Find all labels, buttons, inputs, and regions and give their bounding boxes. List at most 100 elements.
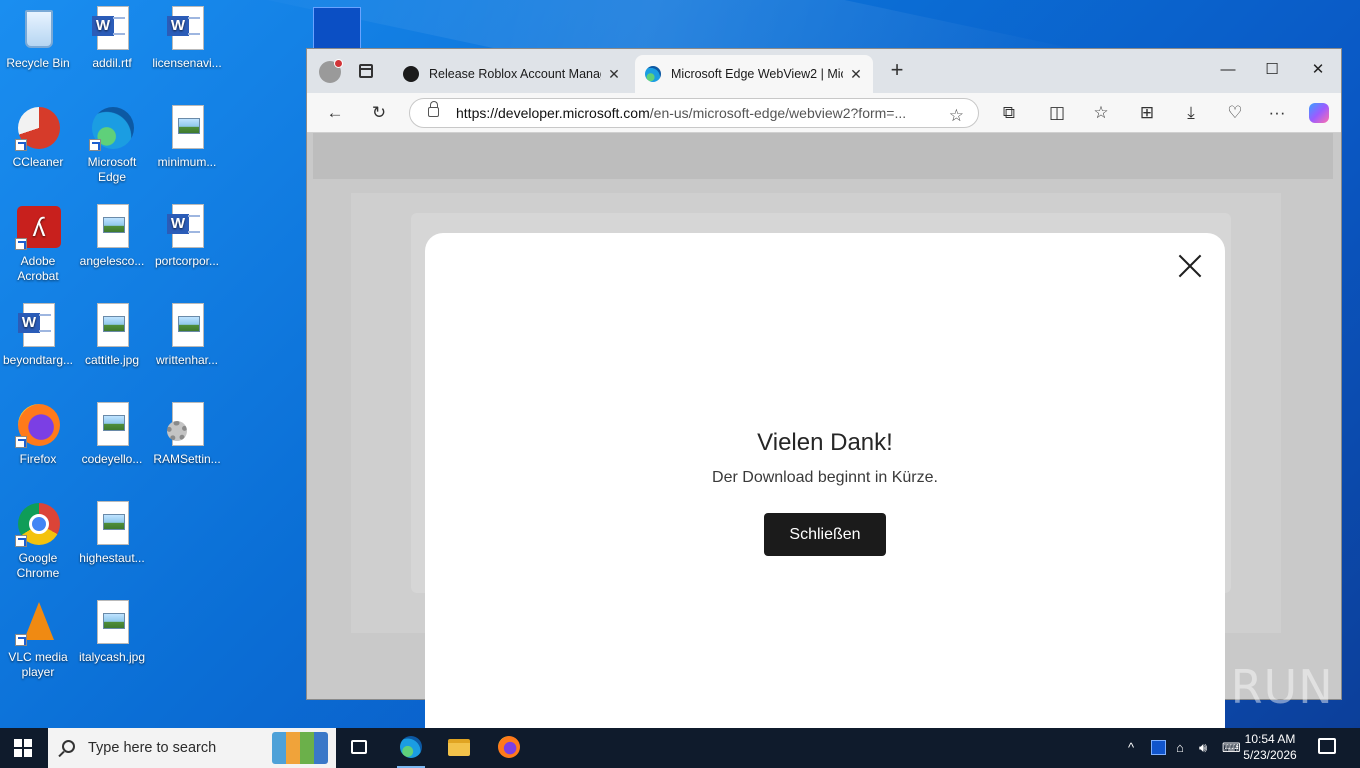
extensions-icon[interactable]: ⧉	[997, 102, 1021, 124]
desktop-icon-ccleaner[interactable]: CCleaner	[0, 105, 76, 170]
word-document-icon: W	[167, 6, 204, 50]
desktop-icon-vlc[interactable]: VLC media player	[0, 600, 76, 680]
refresh-button[interactable]: ↻	[367, 102, 391, 124]
word-document-icon: W	[18, 303, 55, 347]
new-tab-button[interactable]: +	[885, 59, 909, 83]
image-file-icon	[97, 501, 129, 545]
taskbar-edge-icon[interactable]	[389, 728, 433, 768]
close-icon[interactable]	[1175, 251, 1205, 281]
desktop-icon-recycle-bin[interactable]: Recycle Bin	[0, 6, 76, 71]
close-dialog-button[interactable]: Schließen	[764, 513, 886, 556]
close-window-button[interactable]: ✕	[1303, 59, 1333, 81]
maximize-button[interactable]: ☐	[1257, 59, 1287, 81]
shortcut-arrow-icon	[15, 436, 27, 448]
performance-icon[interactable]: ♡	[1223, 102, 1247, 124]
desktop-icon-label: Microsoft Edge	[87, 155, 137, 184]
taskbar: Type here to search ^ ⌂ 🔊︎ ⌨︎ 10:54 AM 5…	[0, 728, 1360, 768]
recycle-bin-icon	[25, 10, 53, 48]
shortcut-arrow-icon	[15, 535, 27, 547]
shortcut-arrow-icon	[15, 139, 27, 151]
desktop-icon-beyondtarg[interactable]: W beyondtarg...	[0, 303, 76, 368]
back-button[interactable]: ←	[323, 102, 347, 124]
taskbar-search[interactable]: Type here to search	[48, 728, 336, 768]
image-file-icon	[97, 402, 129, 446]
tab-roblox-account-manager[interactable]: Release Roblox Account Manager ✕	[393, 55, 631, 93]
windows-start-icon[interactable]	[14, 739, 32, 757]
task-view-icon[interactable]	[338, 728, 382, 768]
anyrun-watermark: ANY RUN	[1118, 660, 1334, 714]
tab-actions-icon[interactable]	[359, 64, 373, 78]
tab-webview2[interactable]: Microsoft Edge WebView2 | Microsoft ✕	[635, 55, 873, 93]
favorite-star-icon[interactable]: ☆	[949, 102, 964, 127]
desktop-icon-label: Firefox	[19, 452, 57, 466]
profile-avatar-icon[interactable]	[319, 59, 343, 83]
search-highlight-icon	[272, 732, 328, 764]
tab-title: Release Roblox Account Manager	[429, 67, 601, 81]
desktop-icon-label: Adobe Acrobat	[17, 254, 59, 283]
notifications-icon[interactable]	[1318, 738, 1336, 754]
taskbar-clock[interactable]: 10:54 AM 5/23/2026	[1238, 731, 1302, 763]
edge-icon	[645, 66, 661, 82]
search-placeholder: Type here to search	[88, 740, 217, 756]
desktop-icon-minimum[interactable]: minimum...	[149, 105, 225, 170]
desktop-icon-portcorpor[interactable]: W portcorpor...	[149, 204, 225, 269]
desktop-icon-google-chrome[interactable]: Google Chrome	[0, 501, 76, 581]
desktop-icon-writtenhar[interactable]: writtenhar...	[149, 303, 225, 368]
desktop-icon-label: writtenhar...	[155, 353, 219, 367]
address-bar[interactable]: https://developer.microsoft.com/en-us/mi…	[409, 98, 979, 128]
desktop-icon-microsoft-edge[interactable]: Microsoft Edge	[74, 105, 150, 185]
desktop-icon-codeyello[interactable]: codeyello...	[74, 402, 150, 467]
image-file-icon	[97, 600, 129, 644]
desktop-icon-firefox[interactable]: Firefox	[0, 402, 76, 467]
desktop-icon-label: minimum...	[157, 155, 217, 169]
volume-icon[interactable]: 🔊︎	[1199, 740, 1207, 756]
copilot-icon[interactable]	[1307, 102, 1331, 124]
word-document-icon: W	[167, 204, 204, 248]
shortcut-arrow-icon	[89, 139, 101, 151]
desktop-icon-label: addil.rtf	[92, 56, 132, 70]
shortcut-arrow-icon	[15, 238, 27, 250]
shortcut-arrow-icon	[15, 634, 27, 646]
image-file-icon	[172, 105, 204, 149]
desktop-icon-label: codeyello...	[81, 452, 143, 466]
tray-overflow-icon[interactable]: ^	[1128, 740, 1134, 755]
tab-close-icon[interactable]: ✕	[607, 66, 621, 83]
address-host: https://developer.microsoft.com	[456, 105, 650, 121]
file-explorer-icon[interactable]	[437, 728, 481, 768]
desktop-icon-italycash[interactable]: italycash.jpg	[74, 600, 150, 665]
desktop-icon-label: italycash.jpg	[78, 650, 146, 664]
desktop-icon-label: beyondtarg...	[2, 353, 74, 367]
tab-close-icon[interactable]: ✕	[849, 66, 863, 83]
clock-time: 10:54 AM	[1244, 732, 1296, 746]
desktop-icon-label: licensenavi...	[152, 56, 222, 70]
split-screen-icon[interactable]: ◫	[1045, 102, 1069, 124]
desktop-icon-adobe-acrobat[interactable]: ʎ Adobe Acrobat	[0, 204, 76, 284]
desktop-icon-label: cattitle.jpg	[84, 353, 140, 367]
dialog-message: Der Download beginnt in Kürze.	[712, 469, 938, 486]
desktop-icon-label: angelesco...	[79, 254, 145, 268]
desktop-icon-label: RAMSettin...	[153, 452, 221, 466]
tray-app-icon[interactable]	[1151, 740, 1166, 755]
browser-toolbar: ← ↻ https://developer.microsoft.com/en-u…	[307, 93, 1341, 133]
desktop-icon-cattitle[interactable]: cattitle.jpg	[74, 303, 150, 368]
desktop-icon-licensenavi[interactable]: W licensenavi...	[149, 6, 225, 71]
desktop-icon-highestaut[interactable]: highestaut...	[74, 501, 150, 566]
desktop-icon-label: Recycle Bin	[6, 56, 70, 70]
desktop-icon-addil[interactable]: W addil.rtf	[74, 6, 150, 71]
image-file-icon	[97, 303, 129, 347]
desktop-icon-label: portcorpor...	[154, 254, 220, 268]
search-icon	[62, 740, 75, 753]
selected-desktop-item[interactable]	[313, 7, 361, 49]
minimize-button[interactable]: —	[1213, 59, 1243, 81]
more-icon[interactable]: ···	[1265, 102, 1289, 124]
downloads-icon[interactable]: ⤓	[1179, 102, 1203, 124]
desktop-icon-ramsettin[interactable]: RAMSettin...	[149, 402, 225, 467]
dimmed-page-nav	[313, 133, 1333, 179]
taskbar-firefox-icon[interactable]	[487, 728, 531, 768]
vlc-cone-icon	[24, 602, 54, 640]
dialog-title: Vielen Dank!	[757, 429, 893, 456]
collections-icon[interactable]: ⊞	[1135, 102, 1159, 124]
favorites-icon[interactable]: ☆	[1089, 102, 1113, 124]
network-icon[interactable]: ⌂	[1176, 740, 1184, 755]
desktop-icon-angelesco[interactable]: angelesco...	[74, 204, 150, 269]
